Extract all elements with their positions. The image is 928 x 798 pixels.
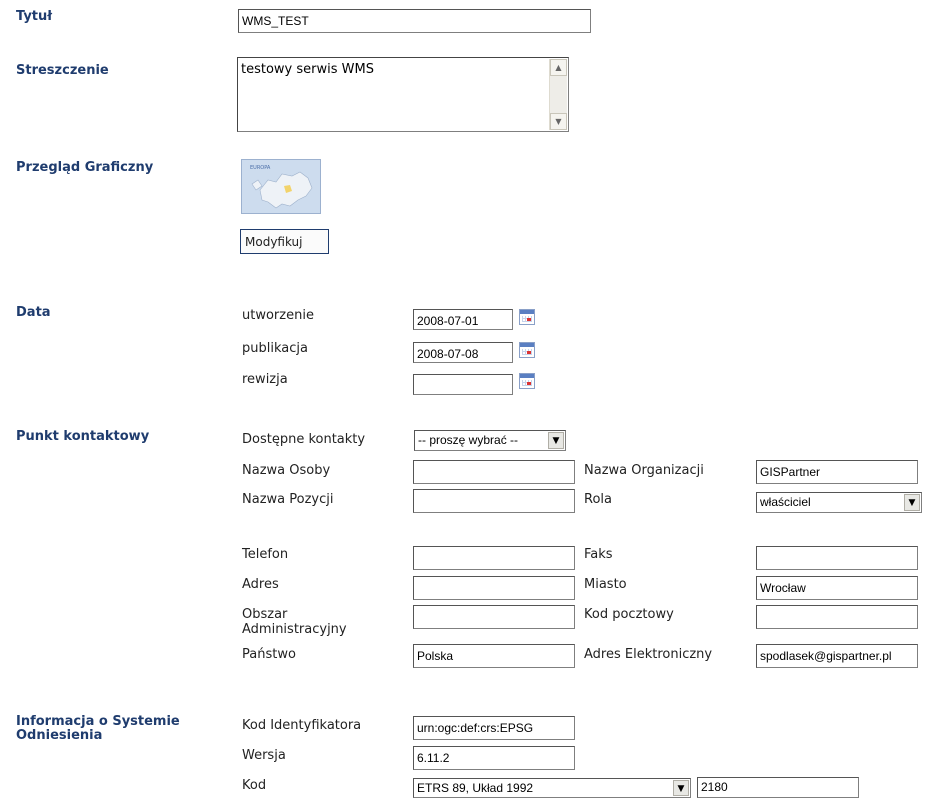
abstract-text: testowy serwis WMS xyxy=(241,62,374,77)
version-label: Wersja xyxy=(242,748,286,763)
available-contacts-label: Dostępne kontakty xyxy=(242,432,366,447)
fax-input[interactable] xyxy=(756,546,918,570)
calendar-icon[interactable] xyxy=(519,309,535,325)
admin-area-label: Obszar Administracyjny xyxy=(242,607,347,637)
person-name-input[interactable] xyxy=(413,460,575,484)
phone-input[interactable] xyxy=(413,546,575,570)
section-label-crs-info: Informacja o Systemie Odniesienia xyxy=(16,714,180,743)
section-label-graphic-overview: Przegląd Graficzny xyxy=(16,160,154,175)
position-name-input[interactable] xyxy=(413,489,575,513)
chevron-down-icon[interactable]: ▼ xyxy=(548,432,564,449)
chevron-down-icon[interactable]: ▼ xyxy=(673,780,689,796)
modify-button[interactable]: Modyfikuj xyxy=(240,229,329,254)
arrow-down-icon[interactable]: ▼ xyxy=(550,113,567,130)
person-name-label: Nazwa Osoby xyxy=(242,463,331,478)
graphic-overview-thumbnail: EUROPA xyxy=(241,159,321,214)
section-label-date: Data xyxy=(16,305,51,320)
title-input[interactable]: WMS_TEST xyxy=(238,9,591,33)
version-input[interactable]: 6.11.2 xyxy=(413,746,575,770)
organization-name-label: Nazwa Organizacji xyxy=(584,463,704,478)
country-input[interactable]: Polska xyxy=(413,644,575,668)
section-label-abstract: Streszczenie xyxy=(16,63,109,78)
section-label-title: Tytuł xyxy=(16,9,53,24)
crs-code-select[interactable]: ETRS 89, Układ 1992 ▼ xyxy=(413,778,691,798)
chevron-down-icon[interactable]: ▼ xyxy=(904,494,920,511)
calendar-icon[interactable] xyxy=(519,373,535,389)
id-code-input[interactable]: urn:ogc:def:crs:EPSG xyxy=(413,716,575,740)
postal-code-input[interactable] xyxy=(756,605,918,629)
available-contacts-select[interactable]: -- proszę wybrać -- ▼ xyxy=(414,430,566,451)
address-input[interactable] xyxy=(413,576,575,600)
abstract-scrollbar[interactable]: ▲ ▼ xyxy=(549,59,567,130)
email-label: Adres Elektroniczny xyxy=(584,647,713,662)
country-label: Państwo xyxy=(242,647,296,662)
organization-name-input[interactable]: GISPartner xyxy=(756,460,918,484)
created-label: utworzenie xyxy=(242,308,314,323)
crs-code-input[interactable]: 2180 xyxy=(697,777,859,798)
calendar-icon[interactable] xyxy=(519,342,535,358)
address-label: Adres xyxy=(242,577,279,592)
arrow-up-icon[interactable]: ▲ xyxy=(550,59,567,76)
role-select[interactable]: właściciel ▼ xyxy=(756,492,922,513)
city-input[interactable]: Wrocław xyxy=(756,576,918,600)
revision-date-input[interactable] xyxy=(413,374,513,395)
phone-label: Telefon xyxy=(242,547,289,562)
city-label: Miasto xyxy=(584,577,627,592)
id-code-label: Kod Identyfikatora xyxy=(242,718,362,733)
postal-code-label: Kod pocztowy xyxy=(584,607,674,622)
admin-area-input[interactable] xyxy=(413,605,575,629)
position-name-label: Nazwa Pozycji xyxy=(242,492,334,507)
revision-label: rewizja xyxy=(242,372,288,387)
abstract-textarea[interactable]: testowy serwis WMS ▲ ▼ xyxy=(237,57,569,132)
email-input[interactable]: spodlasek@gispartner.pl xyxy=(756,644,918,668)
role-label: Rola xyxy=(584,492,612,507)
section-label-contact-point: Punkt kontaktowy xyxy=(16,429,150,444)
code-label: Kod xyxy=(242,778,267,793)
crs-code-select-value: ETRS 89, Układ 1992 xyxy=(417,781,534,795)
role-value: właściciel xyxy=(760,495,811,509)
europe-map-image: EUROPA xyxy=(242,160,320,213)
fax-label: Faks xyxy=(584,547,613,562)
thumbnail-caption: EUROPA xyxy=(250,165,271,171)
published-date-input[interactable]: 2008-07-08 xyxy=(413,342,513,363)
created-date-input[interactable]: 2008-07-01 xyxy=(413,309,513,330)
published-label: publikacja xyxy=(242,341,308,356)
available-contacts-value: -- proszę wybrać -- xyxy=(418,433,519,447)
